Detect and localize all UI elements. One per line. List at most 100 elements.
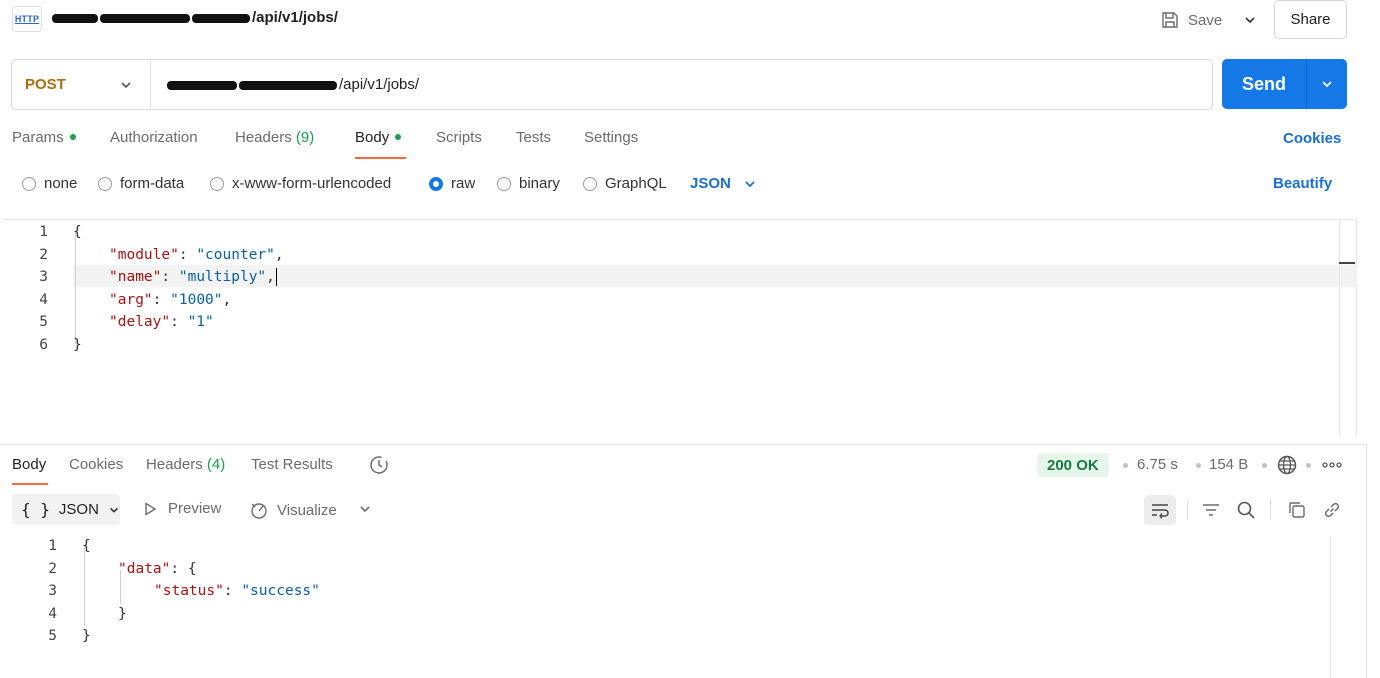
chevron-down-icon bbox=[109, 507, 118, 513]
tab-settings[interactable]: Settings bbox=[584, 129, 638, 159]
globe-icon[interactable] bbox=[1276, 454, 1298, 479]
tab-count: (4) bbox=[206, 456, 226, 473]
tab-count: (9) bbox=[295, 129, 315, 146]
search-icon[interactable] bbox=[1235, 499, 1257, 521]
url-path: /api/v1/jobs/ bbox=[339, 76, 420, 93]
method-select[interactable]: POST bbox=[12, 60, 151, 109]
wrap-icon bbox=[1152, 504, 1169, 519]
separator-dot bbox=[1306, 463, 1311, 468]
tab-label: Tests bbox=[516, 129, 552, 146]
radio-none[interactable]: none bbox=[22, 175, 77, 192]
code-line: "delay": "1" bbox=[109, 314, 214, 330]
send-label: Send bbox=[1241, 73, 1286, 94]
save-icon bbox=[1162, 12, 1178, 28]
response-tab-test-results[interactable]: Test Results bbox=[251, 456, 333, 485]
line-number: 2 bbox=[48, 561, 57, 577]
tab-body[interactable]: Body bbox=[355, 129, 406, 159]
play-icon bbox=[145, 501, 157, 516]
indent-guide bbox=[84, 548, 85, 626]
braces-icon: { } bbox=[21, 500, 50, 519]
separator-dot bbox=[1123, 463, 1128, 468]
redacted-mark bbox=[52, 13, 98, 23]
cookies-link[interactable]: Cookies bbox=[1283, 130, 1341, 147]
response-time[interactable]: 6.75 s bbox=[1137, 456, 1178, 473]
redacted-mark bbox=[239, 80, 337, 90]
format-label: JSON bbox=[58, 501, 99, 518]
pane-divider[interactable] bbox=[0, 444, 1366, 445]
toolbar-divider bbox=[1270, 500, 1271, 520]
radio-raw[interactable]: raw bbox=[429, 175, 475, 192]
scrollbar-marker bbox=[1339, 262, 1355, 264]
radio-circle bbox=[583, 176, 597, 191]
send-options-button[interactable] bbox=[1307, 77, 1347, 91]
line-number: 6 bbox=[39, 337, 48, 353]
code-line: "status": "success" bbox=[154, 583, 320, 599]
visualize-icon bbox=[251, 503, 267, 519]
share-button[interactable]: Share bbox=[1274, 0, 1347, 39]
response-scrollbar-track[interactable] bbox=[1330, 536, 1331, 678]
line-number: 3 bbox=[39, 269, 48, 285]
radio-label: binary bbox=[519, 175, 560, 192]
url-bar: POST /api/v1/jobs/ bbox=[11, 59, 1213, 110]
request-title[interactable]: /api/v1/jobs/ bbox=[52, 9, 338, 26]
separator-dot bbox=[1262, 463, 1267, 468]
response-tab-cookies[interactable]: Cookies bbox=[69, 456, 123, 485]
tab-params[interactable]: Params bbox=[12, 129, 76, 159]
filter-icon[interactable] bbox=[1200, 499, 1222, 521]
send-button[interactable]: Send bbox=[1222, 59, 1347, 109]
line-number: 4 bbox=[48, 606, 57, 622]
radio-x-www-form-urlencoded[interactable]: x-www-form-urlencoded bbox=[210, 175, 391, 192]
response-format-select[interactable]: { } JSON bbox=[12, 494, 120, 525]
editor-scrollbar-track[interactable] bbox=[1339, 219, 1340, 435]
copy-icon[interactable] bbox=[1286, 499, 1308, 521]
tab-authorization[interactable]: Authorization bbox=[110, 129, 198, 159]
wrap-lines-button[interactable] bbox=[1144, 495, 1176, 525]
preview-button[interactable]: Preview bbox=[142, 500, 221, 517]
history-icon[interactable] bbox=[368, 454, 390, 479]
save-button[interactable]: Save bbox=[1160, 6, 1222, 34]
visualize-options-button[interactable] bbox=[358, 502, 372, 519]
radio-graphql[interactable]: GraphQL bbox=[583, 175, 667, 192]
request-body-editor[interactable]: 1 2 3 4 5 6 { "module": "counter", "name… bbox=[3, 219, 1357, 435]
save-options-button[interactable] bbox=[1238, 6, 1262, 34]
radio-binary[interactable]: binary bbox=[497, 175, 560, 192]
code-line: "module": "counter", bbox=[109, 247, 284, 263]
radio-form-data[interactable]: form-data bbox=[98, 175, 184, 192]
chevron-down-icon bbox=[121, 81, 131, 88]
tab-label: Headers bbox=[235, 129, 292, 146]
tab-tests[interactable]: Tests bbox=[516, 129, 551, 159]
more-icon[interactable] bbox=[1321, 456, 1343, 477]
radio-label: GraphQL bbox=[605, 175, 667, 192]
radio-label: none bbox=[44, 175, 78, 192]
link-icon[interactable] bbox=[1321, 499, 1343, 521]
status-badge[interactable]: 200 OK bbox=[1037, 453, 1109, 477]
response-size[interactable]: 154 B bbox=[1209, 456, 1248, 473]
radio-circle-selected bbox=[429, 176, 443, 191]
method-label: POST bbox=[25, 76, 66, 93]
chevron-down-icon bbox=[1322, 81, 1332, 88]
status-dot bbox=[395, 134, 402, 141]
line-number: 5 bbox=[39, 314, 48, 330]
url-input[interactable]: /api/v1/jobs/ bbox=[151, 76, 419, 93]
line-number: 4 bbox=[39, 292, 48, 308]
tab-label: Body bbox=[355, 129, 390, 146]
code-line: "arg": "1000", bbox=[109, 292, 232, 308]
http-icon: HTTP bbox=[12, 6, 42, 32]
toolbar-divider bbox=[1187, 500, 1188, 520]
tab-scripts[interactable]: Scripts bbox=[436, 129, 482, 159]
line-number: 2 bbox=[39, 247, 48, 263]
radio-label: raw bbox=[451, 175, 476, 192]
response-tab-body[interactable]: Body bbox=[12, 456, 48, 485]
response-body-viewer[interactable]: 1 2 3 4 5 { "data": { "status": "success… bbox=[0, 536, 1330, 678]
language-select[interactable]: JSON bbox=[690, 175, 757, 192]
tab-headers[interactable]: Headers (9) bbox=[235, 129, 314, 159]
visualize-button[interactable]: Visualize bbox=[249, 500, 337, 520]
code-line: { bbox=[73, 224, 82, 240]
response-tab-headers[interactable]: Headers (4) bbox=[146, 456, 225, 485]
radio-circle bbox=[22, 176, 36, 191]
request-title-path: /api/v1/jobs/ bbox=[252, 9, 338, 26]
tab-label: Params bbox=[12, 129, 64, 146]
beautify-button[interactable]: Beautify bbox=[1273, 175, 1332, 192]
radio-circle bbox=[98, 176, 112, 191]
save-label: Save bbox=[1188, 11, 1223, 29]
